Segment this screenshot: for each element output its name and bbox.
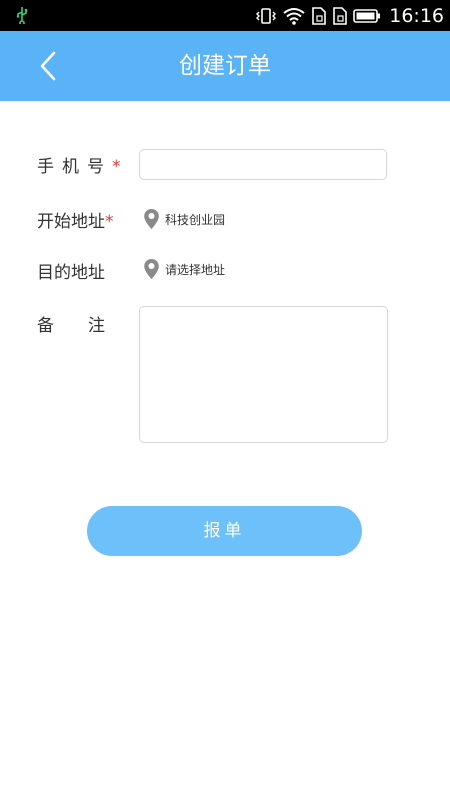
start-address-label-text: 开始地址 (37, 212, 105, 232)
start-address-label: 开始地址* (37, 207, 114, 232)
start-address-picker[interactable]: 科技创业园 (143, 207, 225, 231)
phone-input[interactable] (139, 149, 387, 180)
location-pin-icon (144, 259, 159, 279)
remark-textarea[interactable] (139, 306, 388, 443)
dest-address-label-text: 目的地址 (37, 263, 105, 283)
phone-label: 手机号* (37, 152, 129, 177)
dest-address-picker[interactable]: 请选择地址 (143, 257, 225, 281)
phone-label-text: 手机号 (37, 157, 112, 177)
chevron-left-icon (40, 51, 56, 81)
back-button[interactable] (30, 48, 70, 84)
remark-label-second: 注 (88, 316, 105, 336)
wifi-icon (283, 7, 305, 25)
remark-label-first: 备 (37, 316, 54, 336)
dest-address-label: 目的地址 (37, 258, 105, 283)
title-bar: 创建订单 (0, 31, 450, 101)
start-address-value: 科技创业园 (165, 212, 226, 227)
usb-icon (16, 7, 28, 24)
status-bar: 16:16 (0, 0, 450, 31)
clock: 16:16 (389, 4, 444, 27)
battery-icon (353, 8, 381, 23)
vibrate-icon (256, 7, 277, 24)
required-mark: * (105, 212, 114, 232)
sim1-icon (312, 6, 327, 25)
submit-button[interactable]: 报单 (87, 506, 362, 556)
dest-address-value: 请选择地址 (165, 262, 226, 277)
sim2-icon (333, 6, 348, 25)
location-pin-icon (144, 209, 159, 229)
remark-label: 备注 (37, 311, 105, 336)
required-mark: * (112, 157, 129, 177)
